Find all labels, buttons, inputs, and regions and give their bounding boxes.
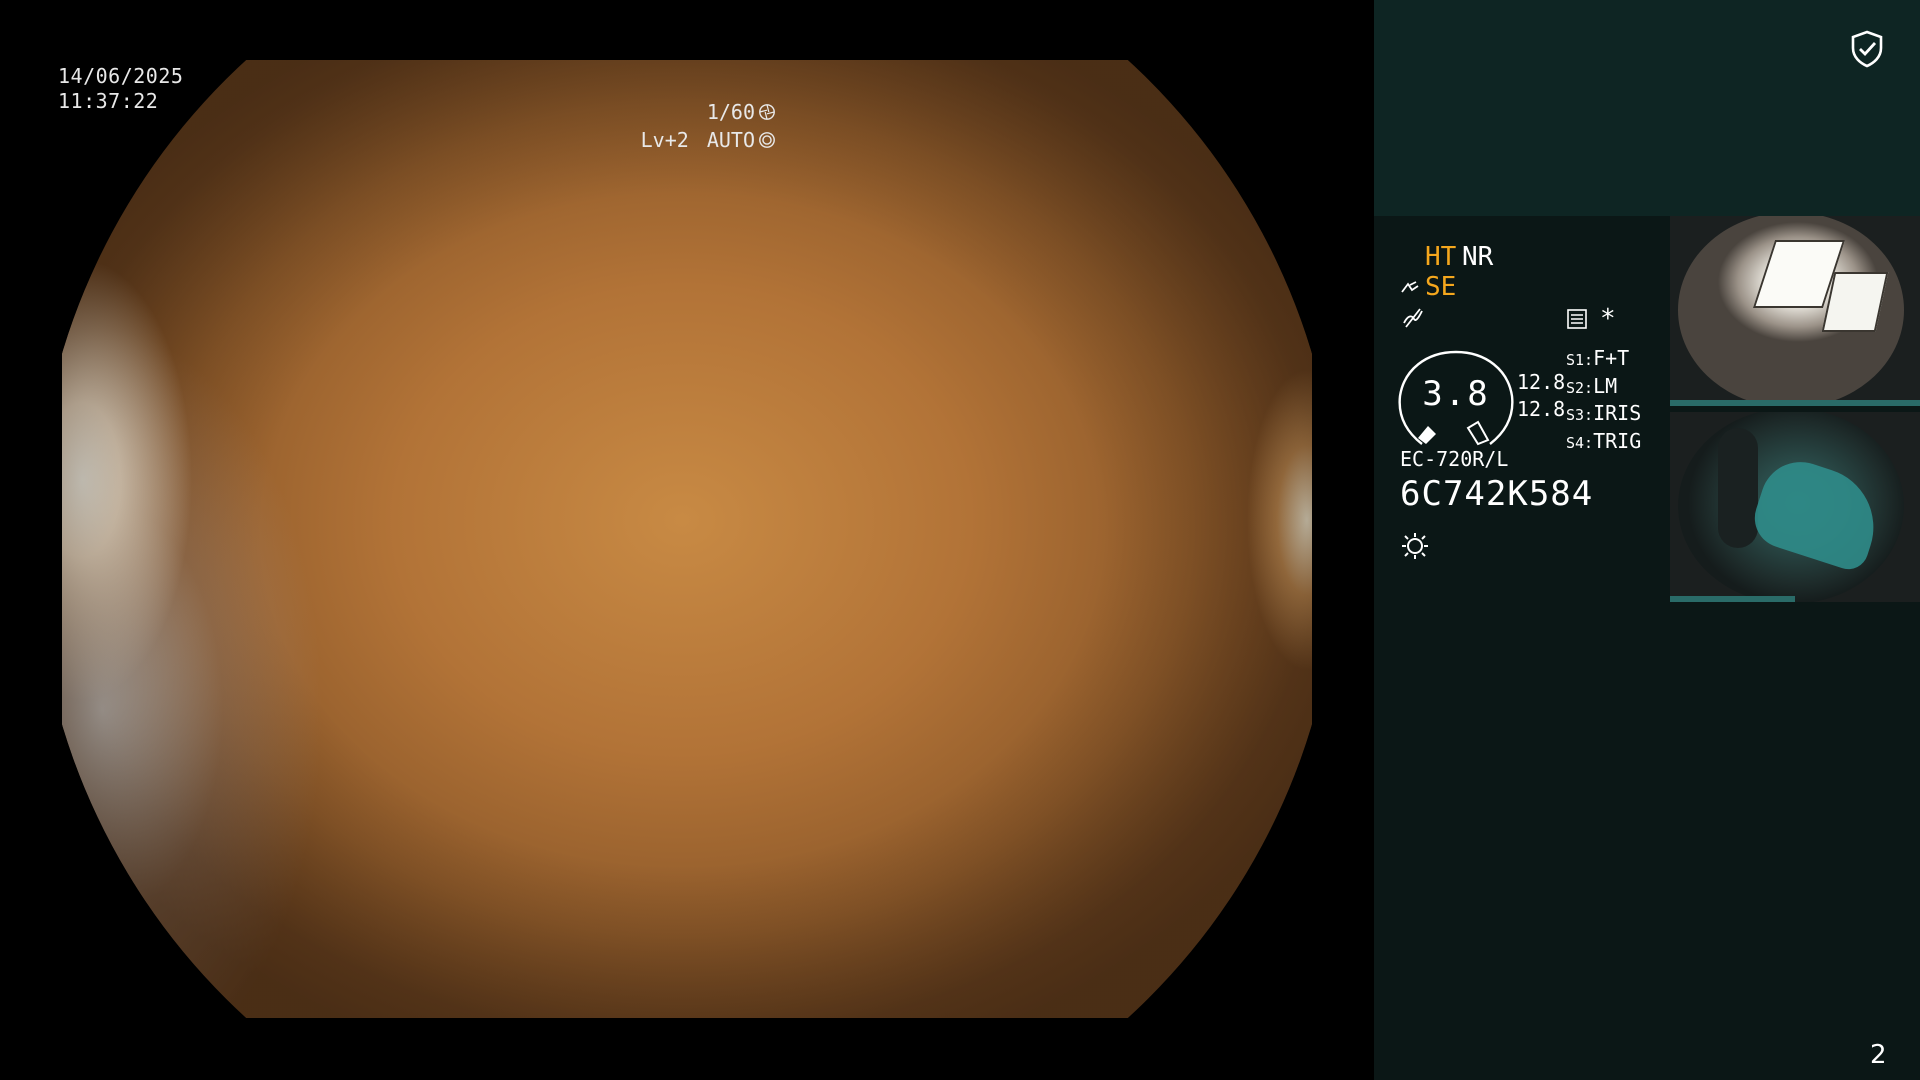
value-b: 12.8 — [1517, 397, 1566, 421]
ht-indicator: HT — [1425, 242, 1457, 272]
switch-row: S2:LM — [1566, 373, 1618, 398]
value-a: 12.8 — [1517, 370, 1566, 394]
sheet-icon — [1567, 309, 1587, 329]
thumbnail-image — [1678, 216, 1904, 406]
scope-model: EC-720R/L — [1400, 447, 1509, 471]
thumbnail-bar — [1670, 400, 1920, 406]
asterisk-indicator: * — [1600, 304, 1616, 334]
thumbnail-image — [1678, 412, 1904, 602]
date-text: 14/06/2025 — [58, 64, 184, 88]
switch-assignments: S1:F+T S2:LM S3:IRIS S4:TRIG — [1566, 346, 1641, 456]
switch-row: S1:F+T — [1566, 346, 1630, 370]
thumbnail-bar — [1670, 596, 1795, 602]
scope-serial: 6C742K584 — [1400, 474, 1594, 514]
nr-indicator: NR — [1462, 242, 1494, 272]
shutter-text: 1/60 — [706, 100, 755, 124]
page-number: 2 — [1870, 1040, 1887, 1070]
gauge-value: 3.8 — [1422, 374, 1490, 414]
thumbnail-capture-1[interactable] — [1670, 216, 1920, 406]
se-indicator: SE — [1425, 272, 1457, 302]
shield-check-icon[interactable] — [1850, 30, 1884, 68]
light-source-icon — [1402, 533, 1428, 559]
shutter-icon — [759, 104, 775, 120]
ceiling-light — [1821, 272, 1889, 332]
exposure-overlay: 1/60 Lv+2 AUTO — [641, 98, 776, 154]
endoscope-main-view: 14/06/2025 11:37:22 1/60 Lv+2 AUTO — [0, 0, 1374, 1080]
datetime-overlay: 14/06/2025 11:37:22 — [58, 64, 183, 114]
switch-row: S3:IRIS — [1566, 401, 1642, 425]
person-figure — [1718, 428, 1758, 548]
wave-icon — [1403, 308, 1423, 328]
time-text: 11:37:22 — [58, 89, 159, 113]
auto-iris-icon — [759, 132, 775, 148]
se-mode-icon — [1401, 281, 1419, 293]
side-panel-header — [1374, 0, 1920, 216]
switch-row: S4:TRIG — [1566, 428, 1642, 453]
exposure-mode-text: AUTO — [706, 128, 755, 152]
surgical-drape — [1747, 451, 1889, 575]
exposure-level-text: Lv+2 — [640, 128, 689, 152]
endoscopic-image — [62, 60, 1312, 1018]
thumbnail-capture-2[interactable] — [1670, 412, 1920, 602]
